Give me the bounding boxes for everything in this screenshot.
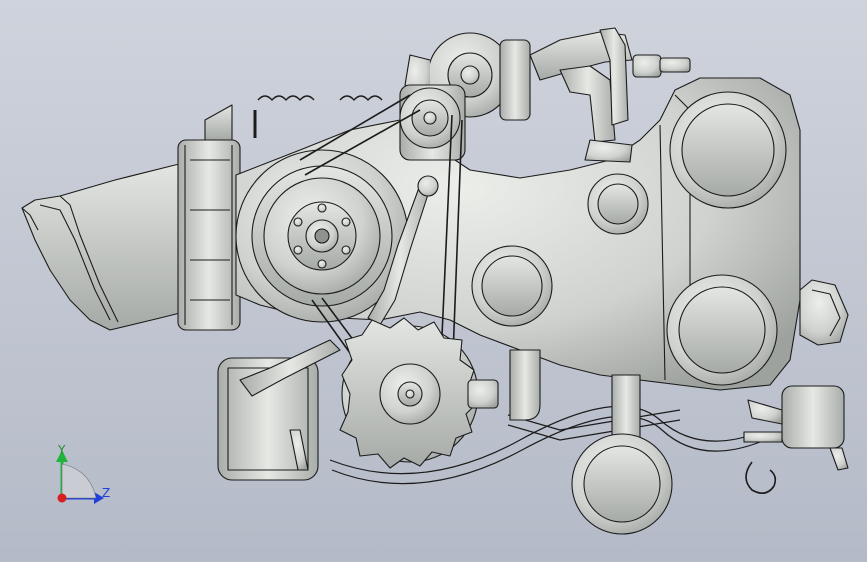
x-axis-dot [57, 493, 67, 503]
round-boss[interactable] [587, 173, 649, 235]
air-intake-duct[interactable] [21, 161, 193, 331]
cad-viewport[interactable]: Y Z [0, 0, 867, 562]
coordinate-triad: Y Z [56, 443, 110, 504]
oil-filter-canister[interactable] [743, 385, 849, 471]
cylinder-cover-top[interactable] [669, 91, 787, 209]
cylinder-cover-bottom[interactable] [666, 274, 778, 386]
oil-pump-housing[interactable] [571, 374, 673, 535]
xy-plane-wedge [61, 463, 97, 499]
drain-hook[interactable] [745, 461, 777, 494]
return-pipe[interactable] [509, 349, 541, 421]
engine-assembly-model[interactable]: Y Z [0, 0, 867, 562]
intake-manifold[interactable] [177, 104, 241, 331]
z-axis-label: Z [102, 486, 110, 500]
y-axis-label: Y [57, 443, 66, 457]
tensioner-pulley[interactable] [399, 84, 466, 161]
oil-filler-cap[interactable] [799, 279, 849, 346]
alternator[interactable] [339, 317, 499, 469]
cylinder-cover-middle[interactable] [471, 245, 553, 327]
